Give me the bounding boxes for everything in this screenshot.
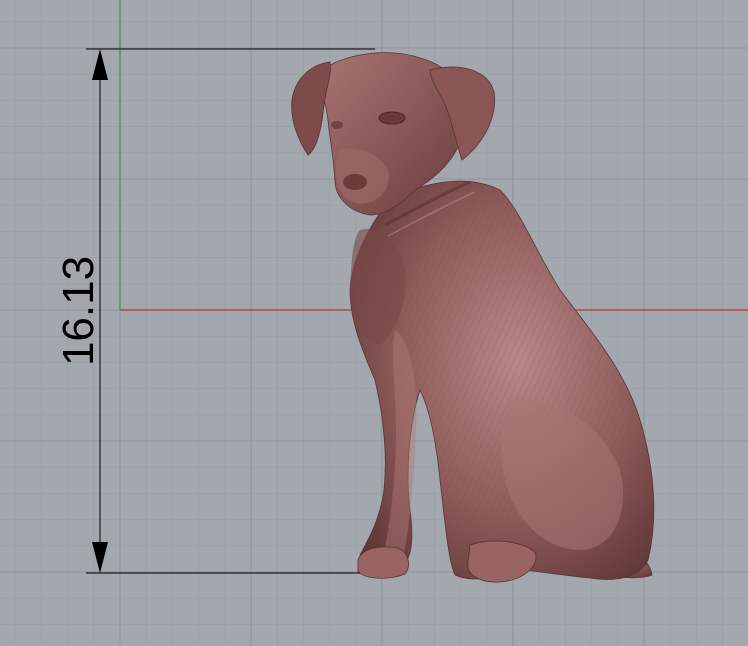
dog-eye-left bbox=[331, 121, 343, 129]
dog-nose bbox=[343, 174, 367, 190]
dimension-value: 16.13 bbox=[54, 256, 103, 366]
rhino-viewport[interactable]: 16.13 bbox=[0, 0, 748, 646]
dog-front-paw-left bbox=[357, 546, 409, 579]
dog-eye bbox=[378, 111, 406, 125]
